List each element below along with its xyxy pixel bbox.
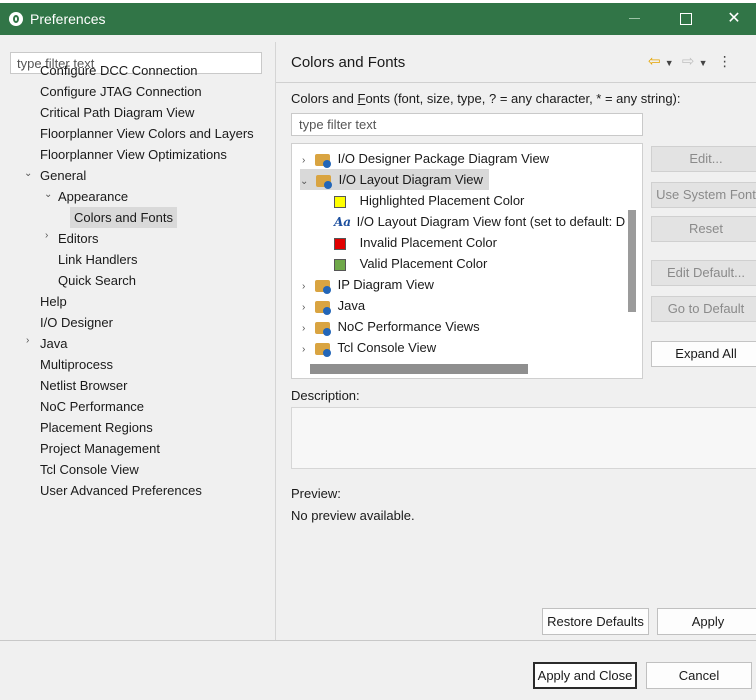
minimize-button[interactable] [612,5,656,33]
maximize-button[interactable] [664,5,708,33]
right-filter-input[interactable]: type filter text [291,113,643,136]
chevron-right-icon[interactable]: › [302,323,305,334]
tree-item-appearance[interactable]: Appearance [58,186,128,207]
description-box [291,407,756,469]
tree-item-help[interactable]: Help [40,291,67,312]
tree-item-editors[interactable]: Editors [58,228,98,249]
tree-item-colors-and-fonts[interactable]: Colors and Fonts [70,207,177,228]
tree-item-noc-performance-views[interactable]: › NoC Performance Views [302,316,480,337]
history-nav: ⇦ ▼ ⇨ ▼ ⋮ [648,52,732,70]
tree-item-placement-regions[interactable]: Placement Regions [40,417,153,438]
title-bar: Preferences ✕ [0,3,756,35]
tree-item-tcl-console[interactable]: › Tcl Console View [302,337,436,358]
tree-item-highlighted-color[interactable]: Highlighted Placement Color [334,190,524,211]
preview-label: Preview: [291,486,341,501]
category-folder-icon [316,174,333,189]
tree-item-floorplanner-colors[interactable]: Floorplanner View Colors and Layers [40,123,254,144]
tree-item-java[interactable]: › Java [302,295,365,316]
tree-item-configure-jtag[interactable]: Configure JTAG Connection [40,81,202,102]
colors-fonts-description: Colors and Fonts (font, size, type, ? = … [291,91,681,106]
font-icon: Aa [334,215,352,229]
tree-item-invalid-color[interactable]: Invalid Placement Color [334,232,497,253]
tree-item-user-advanced[interactable]: User Advanced Preferences [40,480,202,501]
chevron-right-icon[interactable]: › [26,335,29,346]
color-swatch [334,258,346,271]
tree-item-ip-diagram[interactable]: › IP Diagram View [302,274,434,295]
horizontal-scrollbar[interactable] [310,364,528,374]
chevron-down-icon[interactable]: ⌄ [24,168,32,179]
color-swatch [334,195,346,208]
footer [0,641,756,700]
tree-item-valid-color[interactable]: Valid Placement Color [334,253,487,274]
chevron-right-icon[interactable]: › [45,230,48,241]
tree-item-netlist-browser[interactable]: Netlist Browser [40,375,127,396]
chevron-down-icon[interactable]: ▼ [665,58,674,68]
category-folder-icon [314,342,331,357]
edit-default-button[interactable]: Edit Default... [651,260,756,286]
page-header: Colors and Fonts ⇦ ▼ ⇨ ▼ ⋮ [276,42,756,83]
use-system-font-button[interactable]: Use System Font [651,182,756,208]
chevron-down-icon[interactable]: ⌄ [44,189,52,200]
tree-item-configure-dcc[interactable]: Configure DCC Connection [40,60,198,81]
colors-fonts-tree: › I/O Designer Package Diagram View ⌄ I/… [291,143,643,379]
back-arrow-icon[interactable]: ⇦ [648,53,661,70]
chevron-down-icon[interactable]: ⌄ [300,176,308,187]
edit-button[interactable]: Edit... [651,146,756,172]
apply-and-close-button[interactable]: Apply and Close [533,662,637,689]
app-icon [9,12,23,26]
tree-item-tcl-console[interactable]: Tcl Console View [40,459,139,480]
kebab-menu-icon[interactable]: ⋮ [718,53,732,69]
vertical-scrollbar[interactable] [628,210,636,312]
category-folder-icon [314,321,331,336]
window-title: Preferences [30,11,106,27]
category-folder-icon [314,279,331,294]
apply-button[interactable]: Apply [657,608,756,635]
tree-item-project-management[interactable]: Project Management [40,438,160,459]
chevron-right-icon[interactable]: › [302,302,305,313]
expand-all-button[interactable]: Expand All [651,341,756,367]
tree-item-io-designer-package[interactable]: › I/O Designer Package Diagram View [302,148,549,169]
panel-divider[interactable] [275,42,276,642]
reset-button[interactable]: Reset [651,216,756,242]
tree-item-layout-font[interactable]: Aa I/O Layout Diagram View font (set to … [334,211,625,232]
chevron-right-icon[interactable]: › [302,155,305,166]
restore-defaults-button[interactable]: Restore Defaults [542,608,649,635]
go-to-default-button[interactable]: Go to Default [651,296,756,322]
color-swatch [334,237,346,250]
tree-item-io-layout[interactable]: ⌄ I/O Layout Diagram View [300,169,489,190]
tree-item-multiprocess[interactable]: Multiprocess [40,354,113,375]
tree-item-noc-performance[interactable]: NoC Performance [40,396,144,417]
tree-item-quick-search[interactable]: Quick Search [58,270,136,291]
tree-item-critical-path[interactable]: Critical Path Diagram View [40,102,194,123]
category-folder-icon [314,300,331,315]
cancel-button[interactable]: Cancel [646,662,752,689]
tree-item-link-handlers[interactable]: Link Handlers [58,249,138,270]
tree-item-general[interactable]: General [40,165,86,186]
chevron-right-icon[interactable]: › [302,344,305,355]
description-label: Description: [291,388,360,403]
preview-text: No preview available. [291,508,415,523]
page-title: Colors and Fonts [291,54,406,71]
tree-item-floorplanner-opt[interactable]: Floorplanner View Optimizations [40,144,227,165]
chevron-down-icon[interactable]: ▼ [699,58,708,68]
chevron-right-icon[interactable]: › [302,281,305,292]
tree-item-io-designer[interactable]: I/O Designer [40,312,113,333]
category-folder-icon [314,153,331,168]
close-button[interactable]: ✕ [712,5,756,33]
forward-arrow-icon[interactable]: ⇨ [682,53,695,70]
tree-item-java[interactable]: Java [40,333,67,354]
